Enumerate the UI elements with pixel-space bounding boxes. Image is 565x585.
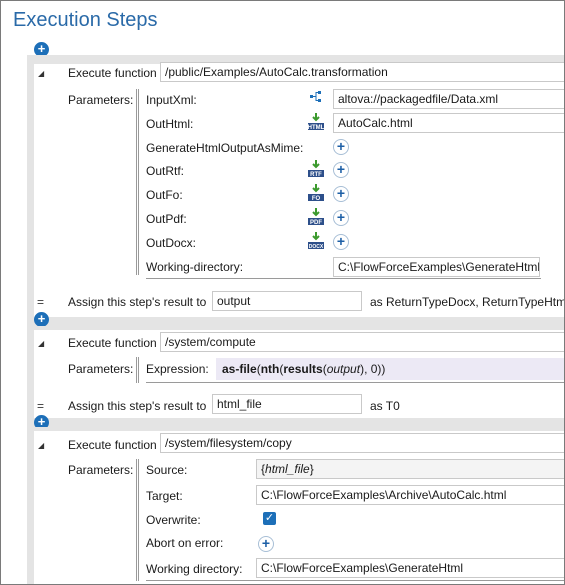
add-generatehtmloutputasmime-button[interactable]: + [333,139,349,155]
source-brace-close: } [309,462,314,476]
step-gutter [27,425,34,584]
param-name-working-directory: Working directory: [146,562,243,576]
params-divider [138,459,139,581]
step1-result-variable[interactable]: output [212,291,362,311]
param-name-outhtml: OutHtml: [146,117,194,131]
step1-function-path[interactable]: /public/Examples/AutoCalc.transformation [160,62,564,82]
add-step-button-1[interactable]: + [34,312,49,327]
step1-result-type: as ReturnTypeDocx, ReturnTypeHtml, [370,295,565,309]
params-divider [136,89,137,275]
collapse-step3-icon[interactable]: ◢ [38,441,44,450]
param-name-outfo: OutFo: [146,188,183,202]
docx-output-icon: DOCX [308,232,324,250]
page-title: Execution Steps [13,9,158,31]
expr-arg-output: output [326,362,361,376]
expression-editor[interactable]: as-file(nth(results(output), 0)) [216,358,564,380]
step2-execute-label: Execute function [68,336,157,350]
params-bottom-line [146,580,564,581]
step1-assign-label: Assign this step's result to [68,295,207,309]
param-name-overwrite: Overwrite: [146,513,201,527]
param-name-outrtf: OutRtf: [146,164,185,178]
param-name-outdocx: OutDocx: [146,236,197,250]
param-name-outpdf: OutPdf: [146,212,187,226]
expr-fn-results: results [283,362,323,376]
add-outfo-button[interactable]: + [333,186,349,202]
param-name-inputxml: InputXml: [146,93,197,107]
params-divider [138,89,139,275]
params-divider [136,459,137,581]
collapse-step1-icon[interactable]: ◢ [38,69,44,78]
step-divider [27,427,564,431]
pdf-output-icon: PDF [308,208,324,226]
param-value-outhtml[interactable]: AutoCalc.html [333,113,564,133]
params-bottom-line [146,382,564,383]
step2-result-type: as T0 [370,399,400,413]
svg-text:FO: FO [312,196,321,202]
expr-fn-nth: nth [260,362,280,376]
xml-tree-icon [310,91,321,102]
param-name-expression: Expression: [146,362,209,376]
param-name-target: Target: [146,489,183,503]
assign-symbol: = [37,399,45,413]
svg-text:RTF: RTF [310,172,322,178]
html-output-icon: HTML [308,113,325,131]
add-outdocx-button[interactable]: + [333,234,349,250]
step2-assign-label: Assign this step's result to [68,399,207,413]
step-divider [27,317,564,326]
param-value-inputxml[interactable]: altova://packagedfile/Data.xml [333,89,564,109]
execution-steps-panel: Execution Steps + ◢ Execute function /pu… [0,0,565,585]
collapse-step2-icon[interactable]: ◢ [38,339,44,348]
svg-text:DOCX: DOCX [309,244,324,250]
add-outpdf-button[interactable]: + [333,210,349,226]
params-divider [136,357,137,383]
svg-text:PDF: PDF [310,220,322,226]
expr-fn-as-file: as-file [222,362,257,376]
step3-function-path[interactable]: /system/filesystem/copy [160,433,564,453]
step-divider [27,326,564,330]
step2-params-label: Parameters: [68,362,134,376]
param-name-working-directory: Working-directory: [146,260,244,274]
param-name-generatehtmloutputasmime: GenerateHtmlOutputAsMime: [146,141,304,155]
expr-tail: ), 0)) [360,362,386,376]
step2-function-path[interactable]: /system/compute [160,332,564,352]
fo-output-icon: FO [308,184,324,202]
param-name-source: Source: [146,463,188,477]
step3-params-label: Parameters: [68,463,134,477]
params-bottom-line [146,278,541,279]
add-outrtf-button[interactable]: + [333,162,349,178]
step-divider [27,418,564,427]
param-value-target[interactable]: C:\FlowForceExamples\Archive\AutoCalc.ht… [256,485,564,505]
step3-execute-label: Execute function [68,438,157,452]
add-abort-on-error-button[interactable]: + [258,536,274,552]
param-name-abort-on-error: Abort on error: [146,536,224,550]
rtf-output-icon: RTF [308,160,324,178]
step2-result-variable[interactable]: html_file [212,394,362,414]
assign-symbol: = [37,295,45,309]
svg-text:HTML: HTML [308,125,325,131]
params-divider [138,357,139,383]
param-value-working-directory[interactable]: C:\FlowForceExamples\GenerateHtml [256,558,564,578]
param-value-working-directory[interactable]: C:\FlowForceExamples\GenerateHtml [333,257,540,277]
step-gutter [27,55,34,317]
step1-params-label: Parameters: [68,93,134,107]
source-variable: html_file [265,462,310,476]
param-value-source[interactable]: {html_file} [256,459,564,479]
step-gutter [27,317,34,425]
overwrite-checkbox[interactable]: ✓ [263,512,276,525]
step1-execute-label: Execute function [68,66,157,80]
